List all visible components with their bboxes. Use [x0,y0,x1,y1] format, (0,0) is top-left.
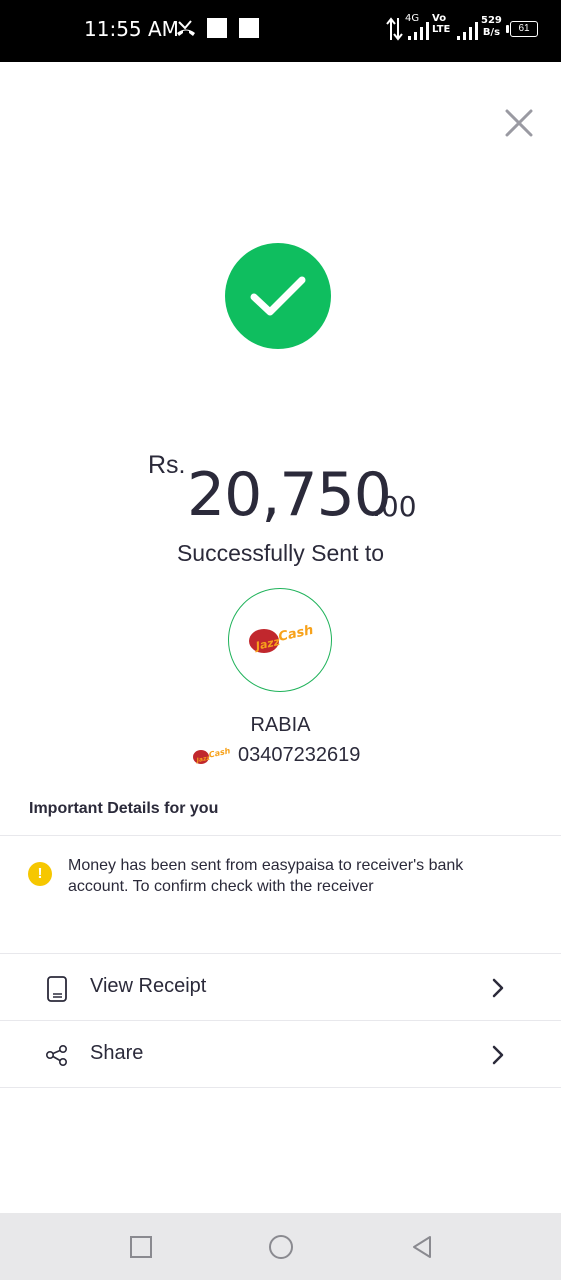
success-check-icon [225,243,331,349]
amount-decimal: .00 [372,490,417,523]
divider [0,835,561,836]
details-title: Important Details for you [29,800,219,817]
status-time: 11:55 AM [84,17,179,41]
close-icon[interactable] [500,104,538,142]
volte-label: Vo LTE [432,13,451,35]
amount-value: 20,750 [187,460,392,530]
chevron-right-icon [492,1045,504,1065]
missed-call-icon [177,20,195,36]
back-icon[interactable] [408,1233,436,1261]
svg-text:Cash: Cash [277,623,315,645]
system-nav-bar [0,1213,561,1280]
view-receipt-button[interactable]: View Receipt [0,955,561,1021]
info-warning-icon: ! [28,862,52,886]
share-label: Share [90,1042,144,1064]
share-button[interactable]: Share [0,1022,561,1088]
status-bar: 11:55 AM 4G Vo LTE 529 B/s 61 [0,0,561,62]
battery-icon: 61 [506,21,538,37]
status-text: Successfully Sent to [176,540,385,566]
jazzcash-logo: Jazz Cash [249,623,315,653]
data-transfer-icon [386,17,403,41]
share-icon [45,1044,68,1066]
divider [0,953,561,954]
receiver-number: 03407232619 [238,743,361,766]
divider [0,1020,561,1021]
notification-icon [207,18,227,38]
receipt-icon [47,976,67,1002]
recent-apps-icon[interactable] [127,1233,155,1261]
network-speed: 529 B/s [481,15,502,45]
notice-text: Money has been sent from easypaisa to re… [68,857,464,895]
notification-icon [239,18,259,38]
currency-label: Rs. [148,451,186,479]
jazzcash-small-logo: Jazz Cash [193,746,231,764]
divider [0,1087,561,1088]
view-receipt-label: View Receipt [90,975,207,997]
signal-icon [408,22,429,40]
chevron-right-icon [492,978,504,998]
receiver-logo: Jazz Cash [228,588,332,692]
svg-text:Cash: Cash [208,746,231,759]
receiver-name: RABIA [250,714,311,736]
home-icon[interactable] [267,1233,295,1261]
receiver-account: Jazz Cash 03407232619 [190,742,360,768]
network-speed-unit: B/s [482,27,501,38]
signal-icon-2 [457,22,478,40]
network-speed-value: 529 [481,15,502,26]
